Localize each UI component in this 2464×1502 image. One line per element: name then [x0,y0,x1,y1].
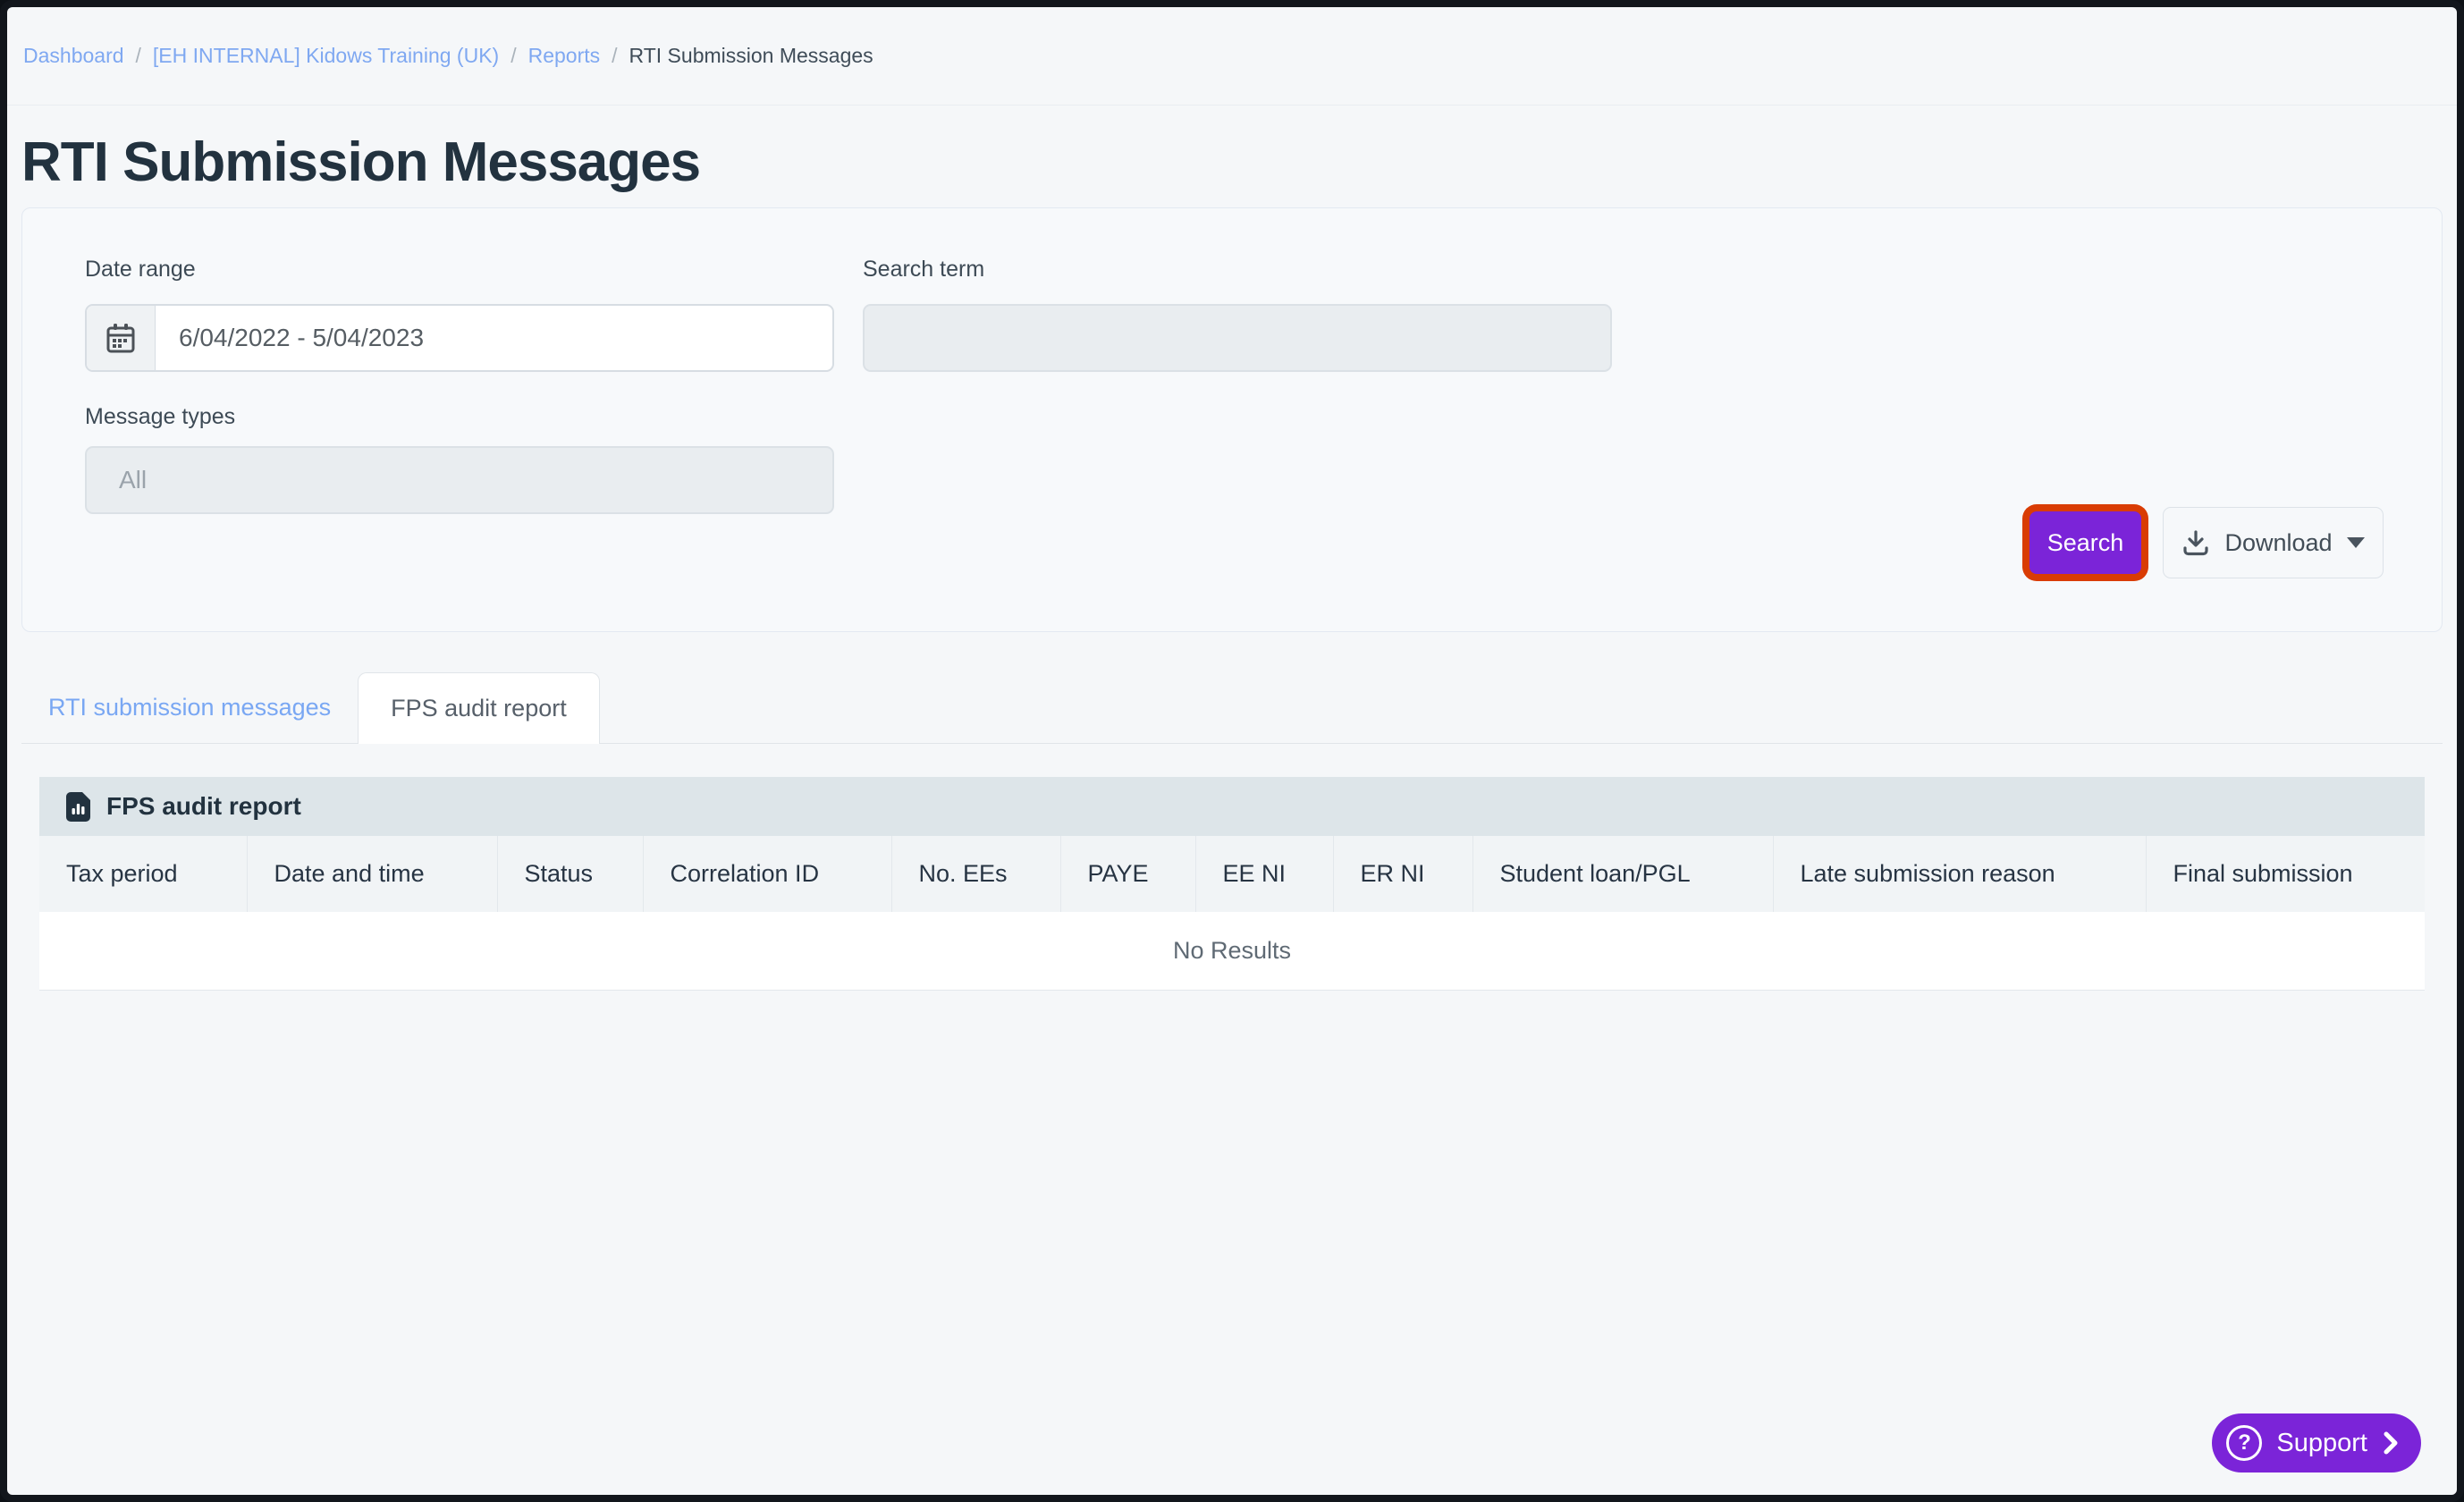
tab-fps-audit-report[interactable]: FPS audit report [358,672,600,744]
search-button[interactable]: Search [2029,511,2141,574]
breadcrumb-separator: / [612,44,618,67]
date-range-field-group: Date range [85,257,834,372]
filter-panel: Date range 6/04/2022 - 5/04/2023 Search … [21,207,2443,632]
card-header: FPS audit report [39,777,2425,836]
column-header-status: Status [496,836,643,912]
date-range-label: Date range [85,257,196,282]
breadcrumb-separator: / [511,44,517,67]
search-term-field-group: Search term [863,257,1612,372]
fps-audit-report-card: FPS audit report Tax period Date and tim… [39,777,2425,991]
search-term-label: Search term [863,257,985,282]
support-button[interactable]: ? Support [2212,1413,2421,1472]
breadcrumb: Dashboard / [EH INTERNAL] Kidows Trainin… [23,44,873,68]
calendar-icon [87,306,156,370]
breadcrumb-dashboard[interactable]: Dashboard [23,44,124,68]
no-results-text: No Results [1172,937,1292,964]
tab-rti-submission-messages[interactable]: RTI submission messages [21,672,358,743]
column-header-final-submission: Final submission [2145,836,2425,912]
breadcrumb-bar: Dashboard / [EH INTERNAL] Kidows Trainin… [7,7,2457,105]
message-types-label: Message types [85,404,236,429]
column-header-late-submission-reason: Late submission reason [1772,836,2146,912]
column-header-paye: PAYE [1059,836,1195,912]
column-header-correlation-id: Correlation ID [642,836,891,912]
column-header-er-ni: ER NI [1332,836,1472,912]
column-header-student-loan-pgl: Student loan/PGL [1472,836,1773,912]
message-types-input [85,446,834,514]
column-header-tax-period: Tax period [39,836,247,912]
date-range-input[interactable] [156,306,832,370]
column-header-no-ees: No. EEs [890,836,1060,912]
report-tabs: RTI submission messages FPS audit report [21,672,2443,744]
download-icon [2181,528,2210,557]
breadcrumb-separator: / [135,44,141,67]
app-window: Dashboard / [EH INTERNAL] Kidows Trainin… [0,0,2464,1502]
empty-results-row: No Results [39,912,2425,991]
card-title: FPS audit report [106,792,301,820]
chevron-right-icon [2382,1430,2400,1456]
page-title: RTI Submission Messages [21,131,701,193]
download-button-label: Download [2224,528,2333,556]
message-types-field-group: Message types [85,404,834,514]
breadcrumb-company[interactable]: [EH INTERNAL] Kidows Training (UK) [153,44,499,68]
table-header-row: Tax period Date and time Status Correlat… [39,836,2425,912]
date-range-input-wrap [85,304,834,372]
column-header-ee-ni: EE NI [1194,836,1333,912]
breadcrumb-current-page: RTI Submission Messages [629,44,873,67]
column-header-date-and-time: Date and time [246,836,497,912]
caret-down-icon [2346,537,2365,548]
report-icon [66,791,90,822]
fps-audit-report-table: Tax period Date and time Status Correlat… [39,836,2425,912]
support-button-label: Support [2276,1428,2367,1457]
download-button[interactable]: Download [2163,507,2384,578]
filter-actions: Search Download [2022,504,2384,581]
breadcrumb-reports[interactable]: Reports [528,44,601,68]
question-circle-icon: ? [2226,1425,2263,1461]
search-term-input [863,304,1612,372]
